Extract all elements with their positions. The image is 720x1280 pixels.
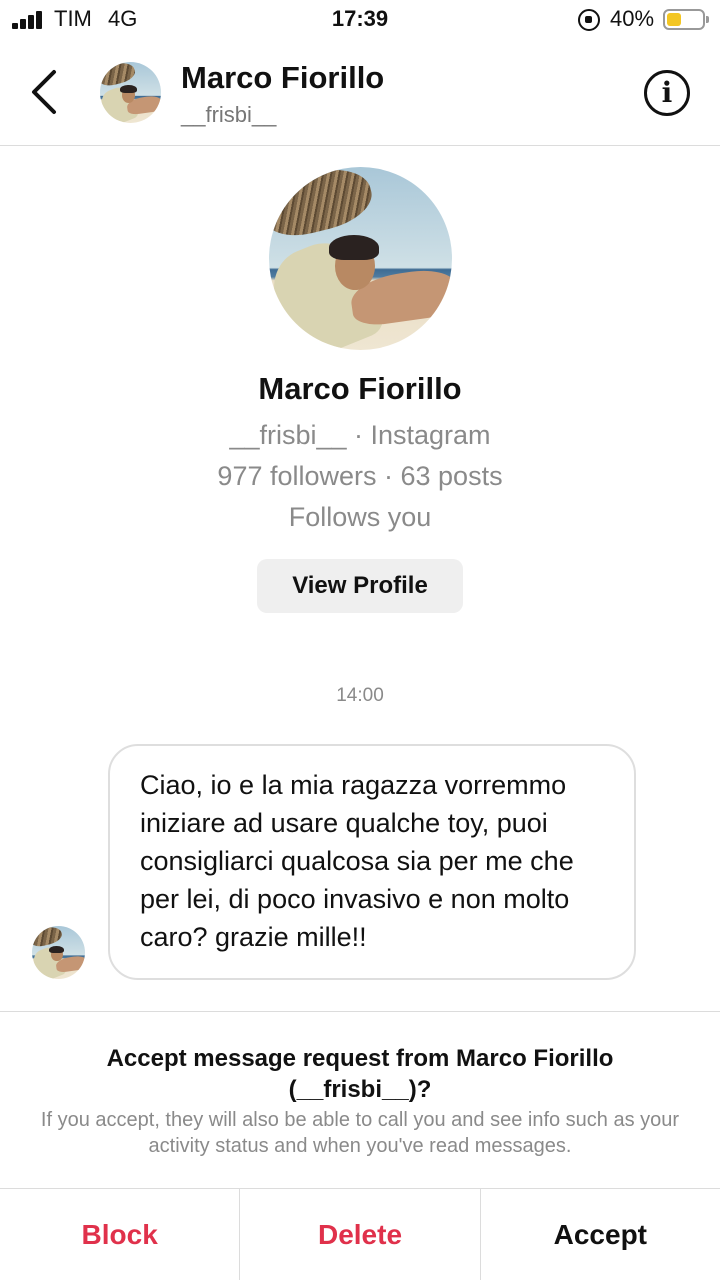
- info-icon[interactable]: i: [644, 70, 690, 116]
- profile-stats: 977 followers · 63 posts: [217, 461, 503, 491]
- delete-button[interactable]: Delete: [240, 1189, 481, 1280]
- chevron-left-icon[interactable]: [26, 68, 66, 116]
- header-avatar[interactable]: [100, 62, 161, 123]
- orientation-lock-icon: [578, 9, 600, 31]
- battery-percent: 40%: [610, 6, 655, 31]
- request-description: If you accept, they will also be able to…: [40, 1109, 680, 1157]
- header-username: __frisbi__: [181, 102, 277, 127]
- request-title: Accept message request from Marco Fioril…: [106, 1045, 614, 1103]
- message-timestamp: 14:00: [336, 685, 384, 706]
- profile-source: __frisbi__ · Instagram: [229, 420, 491, 450]
- sender-avatar[interactable]: [32, 926, 85, 979]
- info-glyph: i: [661, 76, 673, 109]
- accept-button[interactable]: Accept: [481, 1189, 720, 1280]
- profile-avatar[interactable]: [269, 167, 452, 350]
- header-name[interactable]: Marco Fiorillo: [181, 60, 384, 96]
- block-button[interactable]: Block: [0, 1189, 241, 1280]
- chat-header: Marco Fiorillo __frisbi__ i: [0, 40, 720, 146]
- view-profile-button[interactable]: View Profile: [257, 559, 463, 613]
- battery-level: [667, 13, 681, 26]
- battery-icon: [663, 9, 709, 30]
- message-request-panel: Accept message request from Marco Fioril…: [0, 1011, 720, 1280]
- status-bar: TIM 4G 17:39 40%: [0, 0, 720, 40]
- follows-you-label: Follows you: [288, 502, 432, 532]
- profile-name: Marco Fiorillo: [258, 371, 462, 406]
- request-actions: Block Delete Accept: [0, 1188, 720, 1280]
- message-bubble[interactable]: Ciao, io e la mia ragazza vorremmo inizi…: [108, 744, 636, 980]
